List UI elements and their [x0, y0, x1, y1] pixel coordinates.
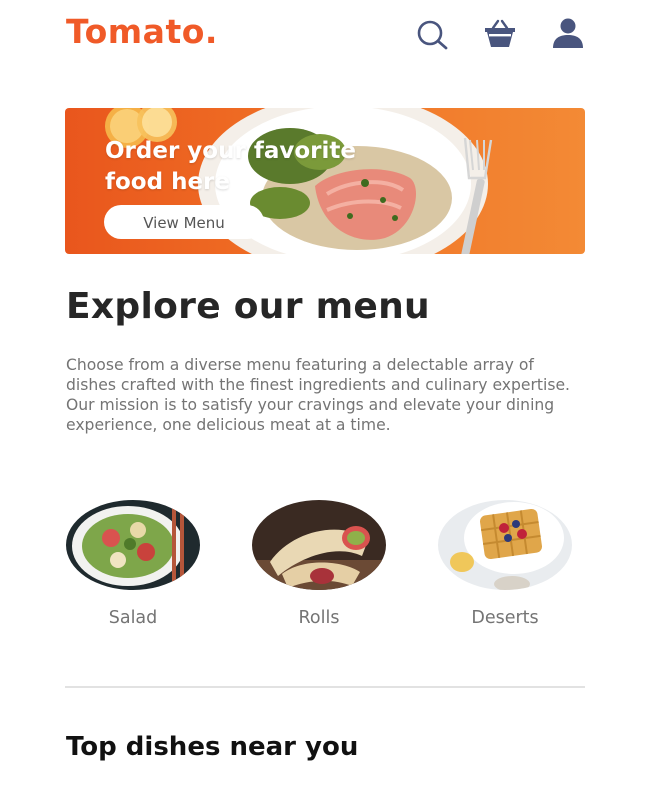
basket-button[interactable] — [482, 17, 518, 51]
hero-title-line1: Order your favorite — [105, 138, 356, 164]
menu-item-deserts[interactable]: Deserts — [435, 500, 575, 628]
hero-title: Order your favorite food here — [105, 136, 445, 198]
view-menu-button[interactable]: View Menu — [104, 205, 264, 239]
navbar: Tomato. — [0, 0, 650, 70]
profile-icon — [553, 18, 583, 48]
top-dishes-heading: Top dishes near you — [66, 732, 359, 762]
section-divider — [65, 686, 585, 688]
deserts-image — [438, 500, 572, 590]
explore-heading: Explore our menu — [66, 286, 430, 327]
explore-description: Choose from a diverse menu featuring a d… — [66, 356, 571, 434]
menu-item-label: Deserts — [471, 608, 539, 628]
profile-button[interactable] — [550, 17, 586, 51]
rolls-image — [252, 500, 386, 590]
salad-image — [66, 500, 200, 590]
search-icon — [417, 20, 448, 50]
hero-banner: Order your favorite food here View Menu — [65, 108, 585, 254]
logo[interactable]: Tomato. — [66, 12, 218, 51]
basket-icon — [485, 19, 515, 47]
menu-item-rolls[interactable]: Rolls — [249, 500, 389, 628]
search-button[interactable] — [414, 17, 450, 51]
menu-item-label: Rolls — [298, 608, 340, 628]
menu-item-salad[interactable]: Salad — [63, 500, 203, 628]
menu-item-label: Salad — [108, 608, 158, 628]
hero-title-line2: food here — [105, 169, 230, 195]
